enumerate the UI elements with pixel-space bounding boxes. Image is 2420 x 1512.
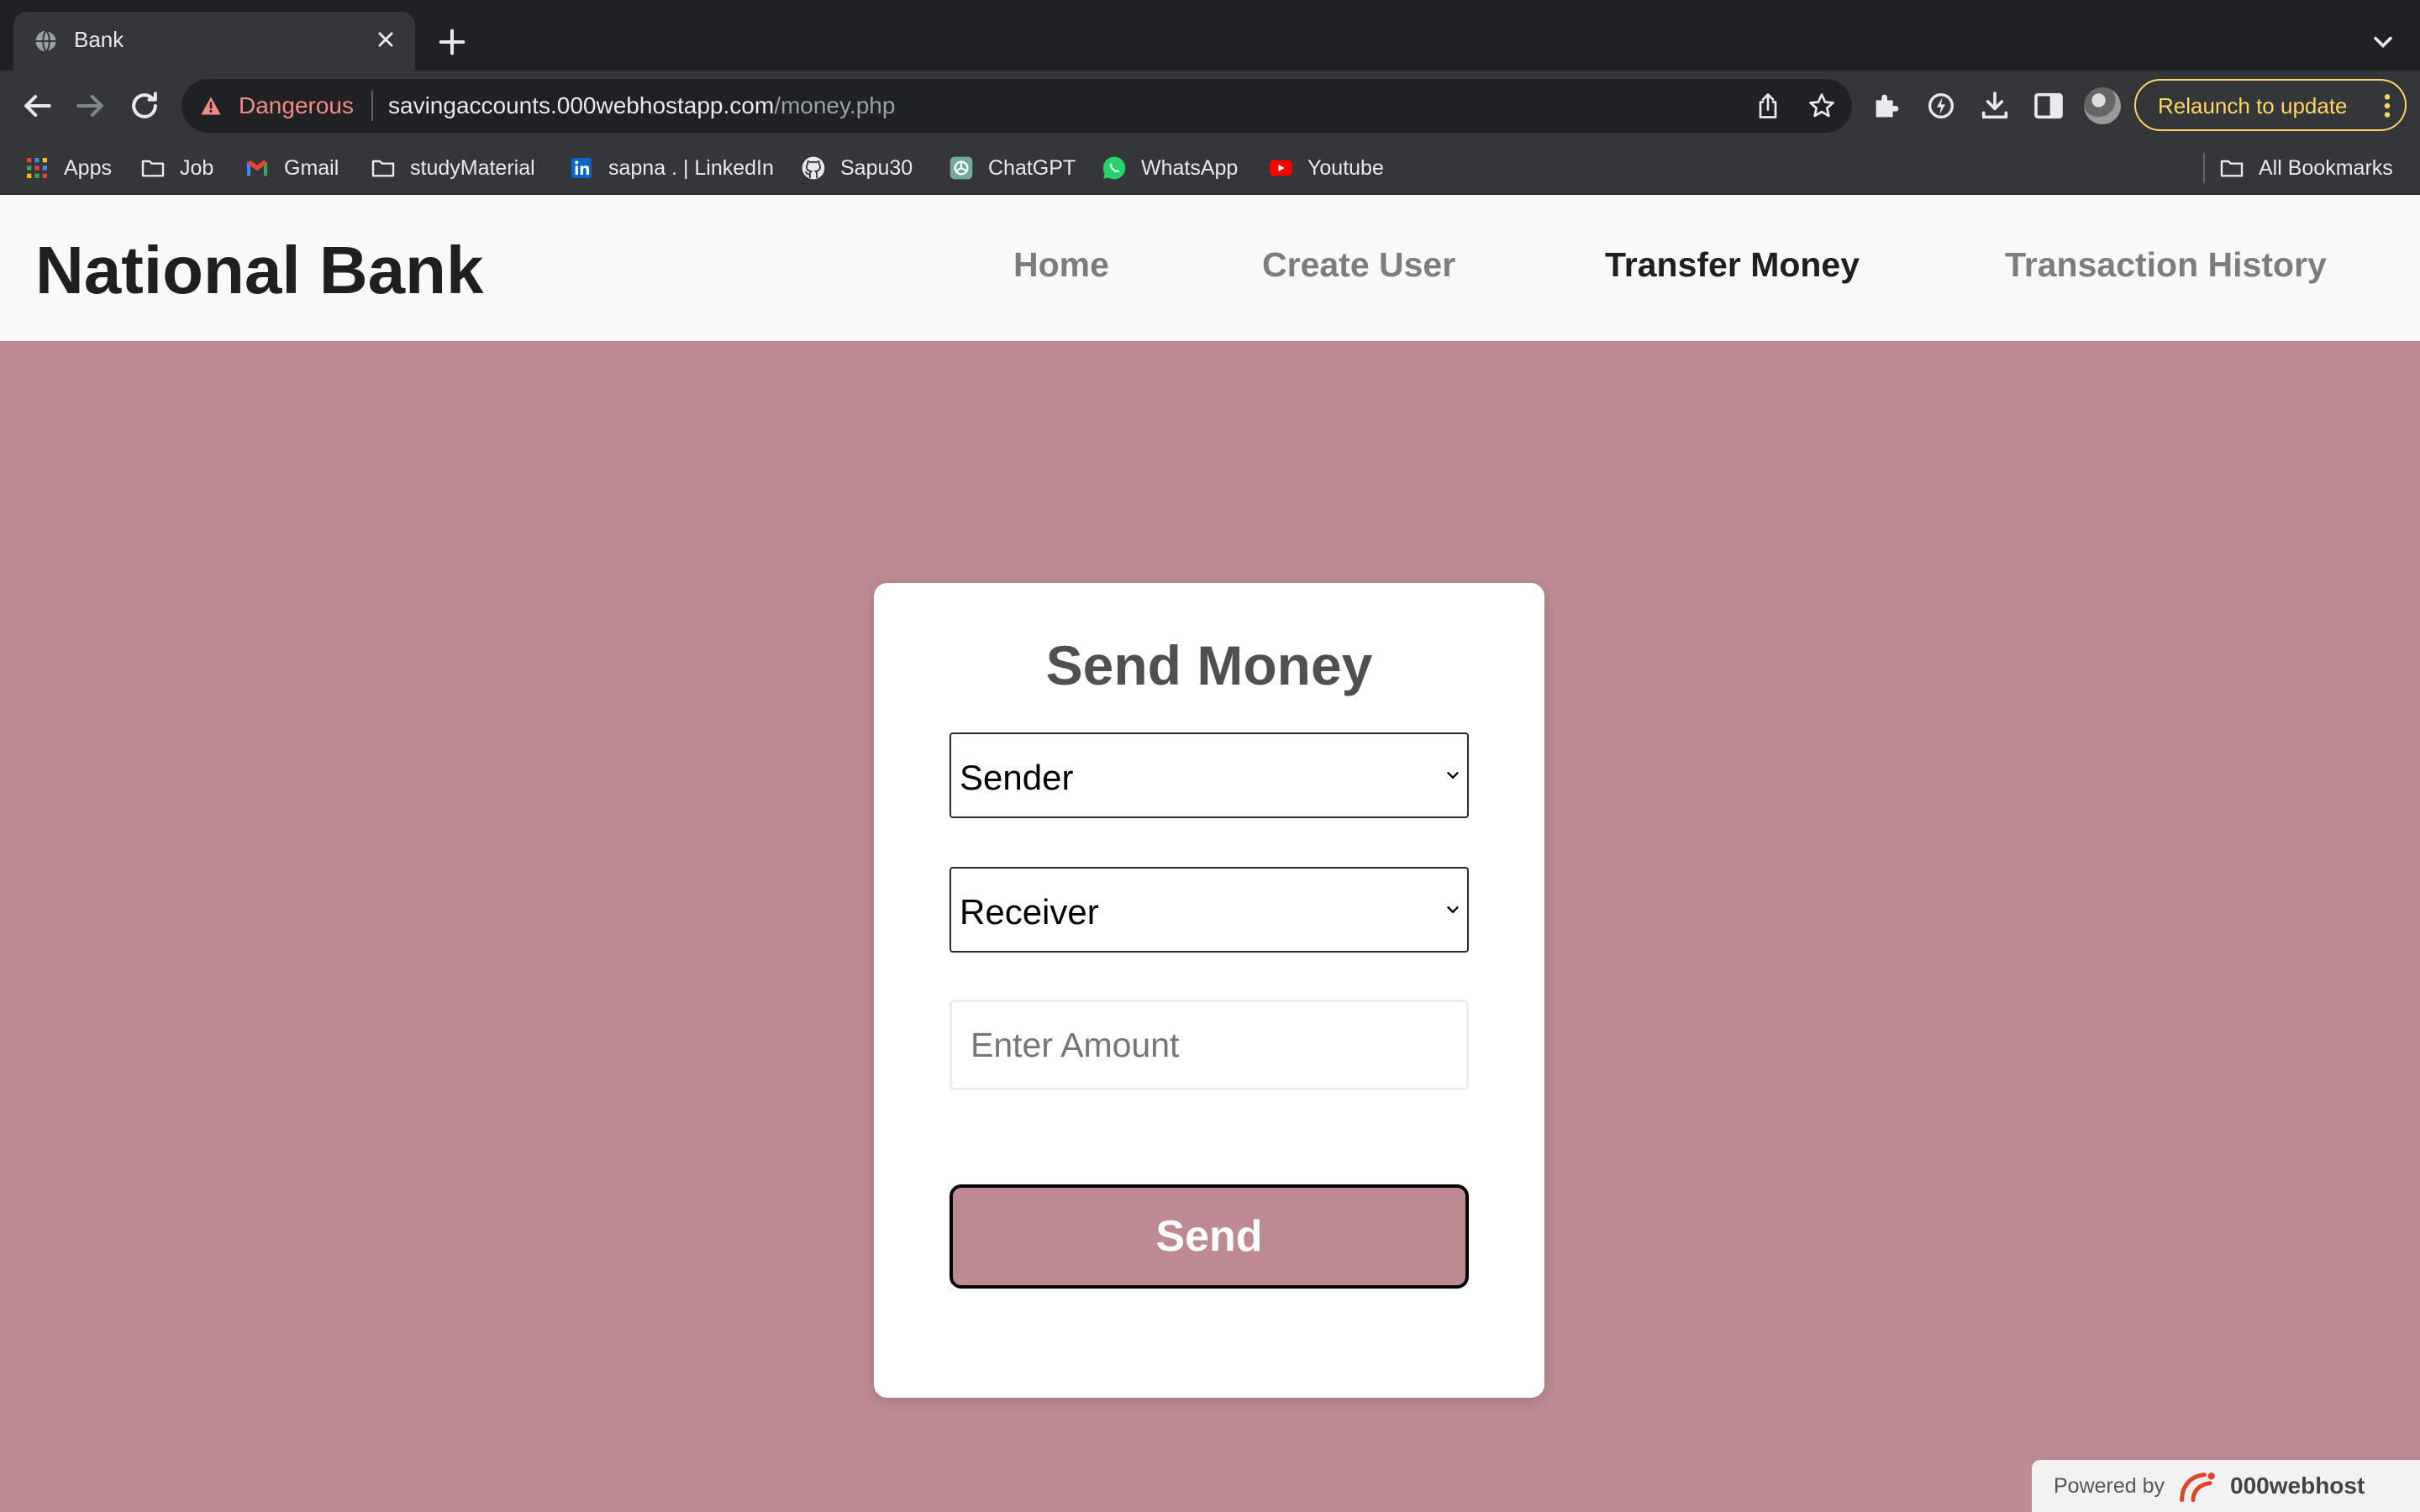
all-bookmarks-label: All Bookmarks (2259, 155, 2393, 180)
linkedin-icon (571, 158, 592, 178)
nav-link-home[interactable]: Home (1013, 245, 1109, 285)
powered-by-badge[interactable]: Powered by 000webhost (2032, 1460, 2420, 1512)
bookmark-youtube[interactable]: Youtube (1267, 153, 1384, 183)
bookmark-chatgpt[interactable]: ChatGPT (948, 153, 1076, 183)
form-title: Send Money (1045, 634, 1373, 696)
bookmark-label: Apps (64, 155, 112, 180)
bookmark-apps[interactable]: Apps (24, 153, 112, 183)
browser-tab-strip: Bank (0, 0, 2420, 71)
receiver-select[interactable]: Receiver (950, 867, 1469, 953)
whatsapp-icon (1102, 156, 1126, 180)
browser-tab[interactable]: Bank (13, 12, 415, 71)
profile-avatar[interactable] (2084, 87, 2121, 124)
bookmark-label: Gmail (284, 155, 339, 180)
bookmark-whatsapp[interactable]: WhatsApp (1101, 153, 1238, 183)
folder-icon (141, 160, 165, 177)
webhost-logo-icon (2180, 1473, 2215, 1503)
new-tab-icon[interactable] (435, 25, 469, 59)
address-bar[interactable]: Dangerous savingaccounts.000webhostapp.c… (182, 79, 1852, 133)
browser-toolbar: Dangerous savingaccounts.000webhostapp.c… (0, 71, 2420, 141)
forward-arrow-icon[interactable] (72, 87, 109, 124)
warning-icon[interactable] (198, 94, 224, 118)
bookmark-studymaterial[interactable]: studyMaterial (370, 153, 535, 183)
chevron-down-icon (1447, 906, 1459, 914)
amount-input[interactable] (950, 1000, 1469, 1090)
back-arrow-icon[interactable] (18, 87, 55, 124)
url-host: savingaccounts.000webhostapp.com (388, 92, 775, 118)
bookmark-label: ChatGPT (988, 155, 1076, 180)
powered-by-text: Powered by (2054, 1473, 2165, 1498)
relaunch-button[interactable]: Relaunch to update (2134, 79, 2407, 131)
bookmark-label: Sapu30 (840, 155, 913, 180)
security-status-label[interactable]: Dangerous (239, 92, 354, 119)
bookmark-label: WhatsApp (1141, 155, 1239, 180)
apps-grid-icon (27, 158, 47, 178)
bookmark-label: Youtube (1307, 155, 1384, 180)
relaunch-label: Relaunch to update (2158, 93, 2348, 118)
tab-search-chevron-icon[interactable] (2368, 27, 2398, 57)
gmail-icon (247, 160, 267, 176)
bookmarks-bar: Apps Job Gmail studyMaterial sapna . | L… (0, 141, 2420, 195)
bookmark-linkedin[interactable]: sapna . | LinkedIn (568, 153, 774, 183)
url-path: /money.php (774, 92, 896, 118)
chevron-down-icon (1447, 772, 1459, 780)
bookmark-github[interactable]: Sapu30 (800, 153, 913, 183)
tab-title: Bank (74, 27, 124, 52)
close-tab-icon[interactable] (371, 25, 400, 54)
side-panel-icon[interactable] (2032, 89, 2065, 123)
webhost-name: 000webhost (2230, 1473, 2365, 1499)
bookmark-label: studyMaterial (410, 155, 535, 180)
youtube-icon (1269, 160, 1292, 176)
folder-icon (371, 160, 395, 177)
nav-link-transfer-money[interactable]: Transfer Money (1605, 245, 1860, 285)
chatgpt-icon (950, 156, 973, 180)
bookmarks-divider (2203, 153, 2205, 183)
bookmark-label: Job (180, 155, 214, 180)
performance-icon[interactable] (1924, 89, 1958, 123)
site-navbar: National Bank Home Create User Transfer … (0, 195, 2420, 341)
bookmark-gmail[interactable]: Gmail (244, 153, 339, 183)
bookmark-label: sapna . | LinkedIn (608, 155, 774, 180)
sender-select[interactable]: Sender (950, 732, 1469, 818)
send-button[interactable]: Send (950, 1184, 1469, 1289)
folder-icon (2220, 160, 2244, 177)
nav-link-transaction-history[interactable]: Transaction History (2005, 245, 2327, 285)
address-divider (371, 91, 373, 121)
url-text[interactable]: savingaccounts.000webhostapp.com/money.p… (388, 92, 895, 119)
bookmark-star-icon[interactable] (1807, 91, 1837, 121)
menu-dots-icon (2384, 94, 2391, 118)
reload-icon[interactable] (126, 87, 163, 124)
site-brand[interactable]: National Bank (35, 232, 483, 309)
receiver-selected-value: Receiver (960, 892, 1099, 932)
send-money-card: Send Money Sender Receiver Send (874, 583, 1544, 1398)
sender-selected-value: Sender (960, 758, 1074, 797)
globe-icon (35, 29, 58, 53)
extensions-puzzle-icon[interactable] (1870, 89, 1904, 123)
all-bookmarks-button[interactable]: All Bookmarks (2218, 153, 2393, 183)
github-icon (802, 156, 825, 180)
download-icon[interactable] (1978, 89, 2012, 123)
share-icon[interactable] (1753, 91, 1783, 121)
nav-link-create-user[interactable]: Create User (1262, 245, 1455, 285)
bookmark-job[interactable]: Job (139, 153, 213, 183)
